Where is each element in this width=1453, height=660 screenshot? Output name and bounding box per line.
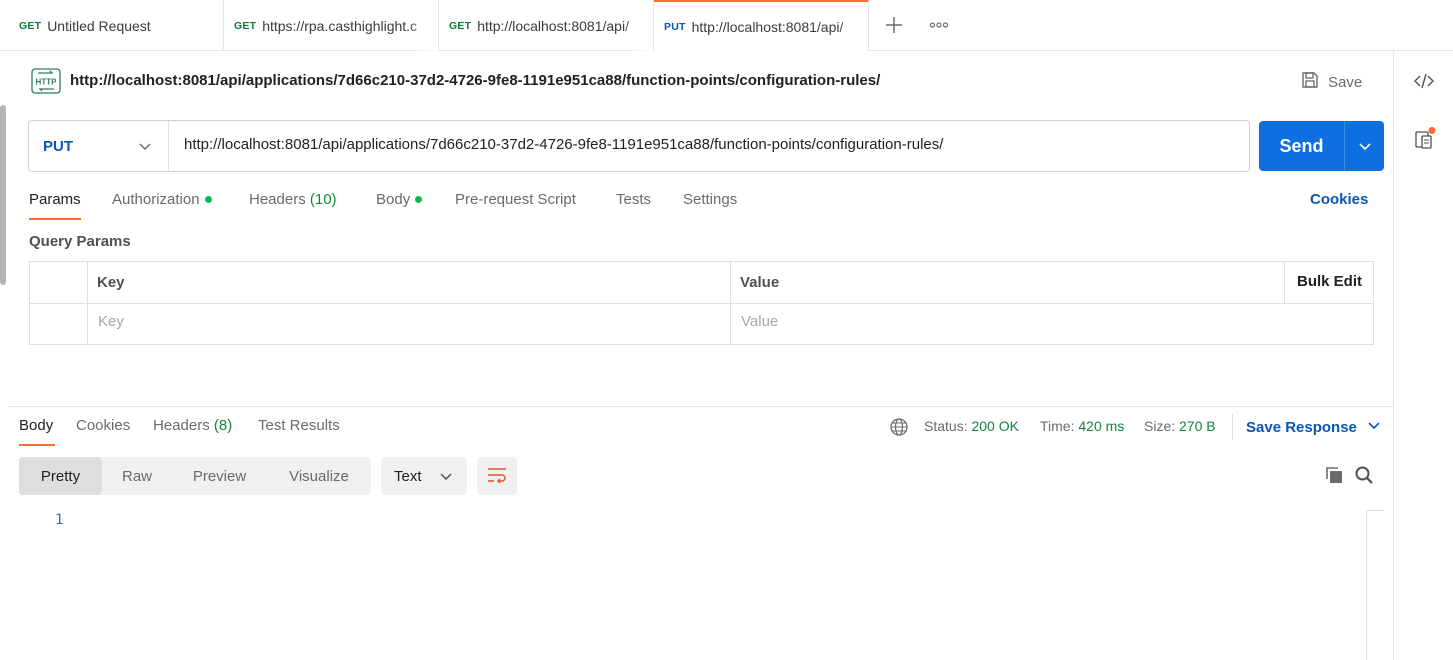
response-tab-body[interactable]: Body [19,417,53,434]
request-tab-localhost-get[interactable]: GET http://localhost:8081/api/ [439,0,654,51]
url-input[interactable]: http://localhost:8081/api/applications/7… [184,136,943,153]
tab-body-label: Body [376,191,411,208]
tab-authorization-label: Authorization [112,191,200,208]
key-column-header: Key [97,274,125,291]
tab-title: Untitled Request [47,17,151,34]
time-value: 420 ms [1078,418,1125,434]
query-params-heading: Query Params [29,233,131,250]
size-value: 270 B [1179,418,1216,434]
response-tab-test-results[interactable]: Test Results [258,417,340,434]
tab-title: https://rpa.casthighlight.c [262,17,418,34]
wrap-lines-icon [486,465,508,488]
chevron-down-icon [439,469,453,487]
new-tab-plus-icon[interactable] [884,15,904,35]
save-button[interactable]: Save [1300,70,1362,94]
save-label: Save [1328,73,1363,91]
cookies-link[interactable]: Cookies [1310,191,1368,208]
request-tab-localhost-put[interactable]: PUT http://localhost:8081/api/ [654,0,869,51]
tab-headers-label: Headers [249,191,306,208]
query-params-table: Key Value Bulk Edit Key Value [29,261,1374,345]
tab-settings[interactable]: Settings [683,191,737,208]
code-snippet-icon[interactable] [1413,71,1435,91]
value-input[interactable]: Value [741,313,778,330]
active-tab-indicator [29,218,81,220]
status-dot [204,195,212,203]
copy-icon[interactable] [1324,465,1344,485]
send-button-group: Send [1259,121,1384,171]
status-label: Status: [924,418,968,434]
response-status[interactable]: Status: 200 OK [924,418,1019,434]
pane-divider[interactable] [9,406,1393,407]
request-tab-untitled[interactable]: GET Untitled Request [9,0,224,51]
key-input[interactable]: Key [98,313,124,330]
line-number: 1 [55,512,64,528]
tab-params[interactable]: Params [29,191,81,208]
save-response-label: Save Response [1246,418,1357,436]
right-sidebar [1393,51,1453,660]
tab-title: http://localhost:8081/api/ [477,17,629,34]
response-language-select[interactable]: Text [381,457,467,495]
format-preview[interactable]: Preview [172,457,267,495]
active-tab-indicator [19,444,55,446]
response-time[interactable]: Time: 420 ms [1040,418,1124,434]
status-value: 200 OK [971,418,1019,434]
left-scrollbar[interactable] [0,105,6,285]
tab-title: http://localhost:8081/api/ [691,18,844,35]
chevron-down-icon [1367,418,1381,436]
request-url-bar: PUT http://localhost:8081/api/applicatio… [28,120,1250,172]
tab-headers[interactable]: Headers (10) [249,191,337,208]
status-dot [415,195,423,203]
editor-scrollbar-track[interactable] [1366,510,1367,660]
tab-method: GET [19,19,42,32]
format-raw[interactable]: Raw [102,457,172,495]
tab-body[interactable]: Body [376,191,423,208]
tab-tests[interactable]: Tests [616,191,651,208]
response-headers-label: Headers [153,417,210,434]
response-headers-count: (8) [213,417,233,434]
search-icon[interactable] [1354,465,1374,485]
format-visualize[interactable]: Visualize [267,457,371,495]
method-select[interactable]: PUT [29,121,169,171]
language-label: Text [394,467,422,485]
tab-method: GET [234,19,257,32]
wrap-lines-button[interactable] [477,457,517,495]
response-tab-headers[interactable]: Headers (8) [153,417,232,434]
tab-method: PUT [664,20,686,33]
method-label: PUT [43,137,73,155]
time-label: Time: [1040,418,1075,434]
tab-prerequest-script[interactable]: Pre-request Script [455,191,576,208]
bulk-edit-button[interactable]: Bulk Edit [1297,273,1362,290]
response-size[interactable]: Size: 270 B [1144,418,1216,434]
http-request-icon: HTTP [30,67,62,95]
more-tabs-ellipsis-icon[interactable] [929,15,949,35]
response-format-toggle: Pretty Raw Preview Visualize [19,457,371,495]
documentation-icon[interactable] [1414,127,1438,151]
size-label: Size: [1144,418,1176,434]
svg-text:HTTP: HTTP [36,78,58,87]
value-column-header: Value [740,274,780,291]
headers-count: (10) [309,191,337,208]
format-pretty[interactable]: Pretty [19,457,102,495]
send-options-chevron-icon[interactable] [1345,121,1384,171]
globe-icon[interactable] [889,417,909,437]
save-response-button[interactable]: Save Response [1246,418,1381,436]
send-button[interactable]: Send [1259,121,1344,171]
tab-method: GET [449,19,472,32]
tab-authorization[interactable]: Authorization [112,191,212,208]
response-tab-cookies[interactable]: Cookies [76,417,130,434]
chevron-down-icon [138,139,152,157]
request-tab-casthighlight[interactable]: GET https://rpa.casthighlight.c [224,0,439,51]
request-title-url[interactable]: http://localhost:8081/api/applications/7… [70,72,880,89]
request-tab-bar: GET Untitled Request GET https://rpa.cas… [0,0,1453,51]
save-icon [1300,70,1320,94]
